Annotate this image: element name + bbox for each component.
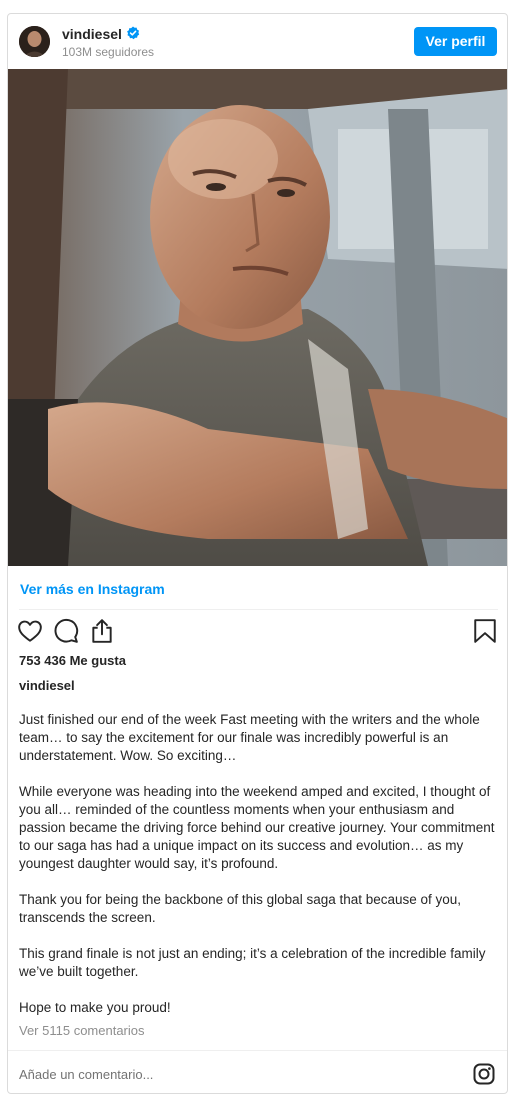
post-image[interactable] — [8, 69, 507, 566]
post-caption: Just finished our end of the week Fast m… — [19, 711, 501, 1017]
follower-count: 103M seguidores — [62, 45, 155, 59]
avatar[interactable] — [19, 26, 50, 57]
bookmark-icon[interactable] — [472, 618, 500, 646]
share-icon[interactable] — [89, 618, 117, 646]
verified-badge-icon — [126, 26, 140, 40]
heart-icon[interactable] — [17, 618, 45, 646]
caption-paragraph: While everyone was heading into the week… — [19, 784, 495, 871]
caption-paragraph: Just finished our end of the week Fast m… — [19, 712, 480, 763]
caption-paragraph: This grand finale is not just an ending;… — [19, 946, 486, 979]
view-comments-link[interactable]: Ver 5115 comentarios — [19, 1023, 145, 1038]
caption-username[interactable]: vindiesel — [19, 678, 75, 693]
caption-paragraph: Hope to make you proud! — [19, 1000, 171, 1015]
username[interactable]: vindiesel — [62, 26, 122, 42]
like-count[interactable]: 753 436 Me gusta — [19, 653, 126, 668]
divider — [19, 609, 498, 610]
see-more-on-instagram-link[interactable]: Ver más en Instagram — [20, 581, 165, 597]
view-profile-button[interactable]: Ver perfil — [414, 27, 497, 56]
comment-bar — [8, 1050, 507, 1093]
instagram-embed-card: vindiesel 103M seguidores Ver perfil Ver… — [7, 13, 508, 1094]
post-header: vindiesel 103M seguidores Ver perfil — [8, 14, 507, 69]
caption-paragraph: Thank you for being the backbone of this… — [19, 892, 462, 925]
instagram-icon[interactable] — [472, 1062, 496, 1086]
action-bar — [8, 618, 507, 646]
comment-input[interactable] — [19, 1064, 459, 1084]
comment-icon[interactable] — [53, 618, 81, 646]
